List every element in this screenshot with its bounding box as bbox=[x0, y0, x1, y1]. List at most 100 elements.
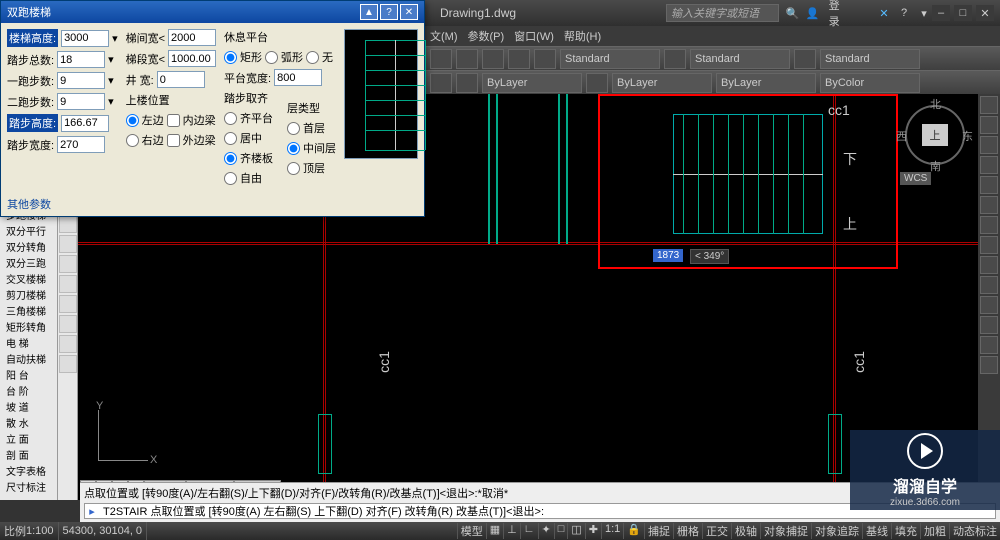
floor-a-radio[interactable] bbox=[287, 122, 300, 135]
status-ppl[interactable]: 1:1 bbox=[601, 523, 623, 539]
tool-btn[interactable] bbox=[430, 73, 452, 93]
rest-arc-radio[interactable] bbox=[265, 51, 278, 64]
extend-icon[interactable] bbox=[980, 216, 998, 234]
status-toggle[interactable]: 对象追踪 bbox=[811, 523, 862, 539]
minimize-button[interactable]: – bbox=[932, 5, 950, 21]
spinner-icon[interactable]: ▾ bbox=[108, 74, 114, 87]
tree-item[interactable]: 立 面 bbox=[0, 430, 57, 446]
explode-icon[interactable] bbox=[980, 316, 998, 334]
tree-item[interactable]: 自动扶梯 bbox=[0, 350, 57, 366]
dropdown-icon[interactable]: ▾ bbox=[916, 5, 932, 21]
spinner-icon[interactable]: ▾ bbox=[112, 32, 118, 45]
align-c-radio[interactable] bbox=[224, 152, 237, 165]
text-icon[interactable] bbox=[59, 235, 77, 253]
tree-item[interactable]: 尺寸标注 bbox=[0, 478, 57, 494]
move-icon[interactable] bbox=[980, 96, 998, 114]
floor-b-radio[interactable] bbox=[287, 142, 300, 155]
status-btn[interactable]: ✦ bbox=[538, 523, 554, 539]
tree-item[interactable]: 双分三跑 bbox=[0, 254, 57, 270]
menu-item[interactable]: 文(M) bbox=[430, 28, 458, 44]
tool-btn[interactable] bbox=[664, 49, 686, 69]
status-btn[interactable]: 🔒 bbox=[623, 523, 644, 539]
tree-item[interactable]: 交叉楼梯 bbox=[0, 270, 57, 286]
status-toggle[interactable]: 基线 bbox=[862, 523, 891, 539]
rotate-icon[interactable] bbox=[980, 136, 998, 154]
run2-input[interactable] bbox=[57, 93, 105, 110]
tool-btn[interactable] bbox=[586, 73, 608, 93]
tool-btn[interactable] bbox=[482, 49, 504, 69]
pos-left-radio[interactable] bbox=[126, 114, 139, 127]
tree-item[interactable]: 双分平行 bbox=[0, 222, 57, 238]
spinner-icon[interactable]: ▾ bbox=[108, 95, 114, 108]
status-toggle[interactable]: 栅格 bbox=[673, 523, 702, 539]
color-combo[interactable]: ByColor bbox=[820, 73, 920, 93]
dialog-rollup-button[interactable]: ▲ bbox=[360, 4, 378, 20]
menu-item[interactable]: 参数(P) bbox=[468, 28, 505, 44]
status-toggle[interactable]: 正交 bbox=[702, 523, 731, 539]
dialog-close-button[interactable]: ✕ bbox=[400, 4, 418, 20]
status-btn[interactable]: ⊥ bbox=[503, 523, 520, 539]
tree-item[interactable]: 坡 道 bbox=[0, 398, 57, 414]
tree-item[interactable]: 双分转角 bbox=[0, 238, 57, 254]
menu-item[interactable]: 帮助(H) bbox=[564, 28, 601, 44]
wcs-label[interactable]: WCS bbox=[900, 172, 931, 185]
tool-btn[interactable] bbox=[794, 49, 816, 69]
point-icon[interactable] bbox=[59, 315, 77, 333]
search-icon[interactable]: 🔍 bbox=[785, 5, 801, 21]
mirror-icon[interactable] bbox=[980, 156, 998, 174]
trim-icon[interactable] bbox=[980, 196, 998, 214]
exchange-icon[interactable]: ✕ bbox=[876, 5, 892, 21]
status-toggle[interactable]: 动态标注 bbox=[949, 523, 1000, 539]
step-w-input[interactable] bbox=[57, 136, 105, 153]
status-btn[interactable]: ▦ bbox=[486, 523, 503, 539]
status-toggle[interactable]: 捕捉 bbox=[644, 523, 673, 539]
pos-right-radio[interactable] bbox=[126, 134, 139, 147]
block-icon[interactable] bbox=[59, 275, 77, 293]
flight-w-input[interactable] bbox=[168, 50, 216, 67]
status-btn[interactable]: □ bbox=[554, 523, 568, 539]
chamfer-icon[interactable] bbox=[980, 296, 998, 314]
status-btn[interactable]: ∟ bbox=[520, 523, 538, 539]
status-toggle[interactable]: 对象捕捉 bbox=[760, 523, 811, 539]
tree-item[interactable]: 剖 面 bbox=[0, 446, 57, 462]
tree-item[interactable]: 散 水 bbox=[0, 414, 57, 430]
stair-height-input[interactable] bbox=[61, 30, 109, 47]
rest-none-radio[interactable] bbox=[306, 51, 319, 64]
status-toggle[interactable]: 极轴 bbox=[731, 523, 760, 539]
align-a-radio[interactable] bbox=[224, 112, 237, 125]
tree-item[interactable]: 文字表格 bbox=[0, 462, 57, 478]
hatch-icon[interactable] bbox=[59, 215, 77, 233]
spinner-icon[interactable]: ▾ bbox=[108, 53, 114, 66]
align-d-radio[interactable] bbox=[224, 172, 237, 185]
step-h-input[interactable] bbox=[61, 115, 109, 132]
spline-icon[interactable] bbox=[59, 355, 77, 373]
tool-btn[interactable] bbox=[508, 49, 530, 69]
tree-item[interactable]: 三角楼梯 bbox=[0, 302, 57, 318]
beam-out-check[interactable] bbox=[167, 134, 180, 147]
well-w-input[interactable] bbox=[168, 29, 216, 46]
well-gap-input[interactable] bbox=[157, 71, 205, 88]
align-b-radio[interactable] bbox=[224, 132, 237, 145]
dim-icon[interactable] bbox=[59, 255, 77, 273]
erase-icon[interactable] bbox=[980, 336, 998, 354]
floor-c-radio[interactable] bbox=[287, 162, 300, 175]
scale-icon[interactable] bbox=[980, 176, 998, 194]
stretch-icon[interactable] bbox=[980, 356, 998, 374]
tree-item[interactable]: 电 梯 bbox=[0, 334, 57, 350]
search-input[interactable]: 输入关键字或短语 bbox=[666, 4, 779, 22]
tree-item[interactable]: 剪刀楼梯 bbox=[0, 286, 57, 302]
status-toggle[interactable]: 加粗 bbox=[920, 523, 949, 539]
help-icon[interactable]: ? bbox=[896, 5, 912, 21]
copy-icon[interactable] bbox=[980, 116, 998, 134]
other-params-link[interactable]: 其他参数 bbox=[7, 199, 51, 211]
tool-btn[interactable] bbox=[456, 49, 478, 69]
play-icon[interactable] bbox=[907, 433, 943, 469]
tree-item[interactable]: 矩形转角 bbox=[0, 318, 57, 334]
fillet-icon[interactable] bbox=[980, 276, 998, 294]
lineweight-combo[interactable]: ByLayer bbox=[716, 73, 816, 93]
user-icon[interactable]: 👤 bbox=[805, 5, 821, 21]
layer-combo[interactable]: ByLayer bbox=[482, 73, 582, 93]
style-combo[interactable]: Standard bbox=[690, 49, 790, 69]
tool-btn[interactable] bbox=[534, 49, 556, 69]
menu-item[interactable]: 窗口(W) bbox=[514, 28, 554, 44]
